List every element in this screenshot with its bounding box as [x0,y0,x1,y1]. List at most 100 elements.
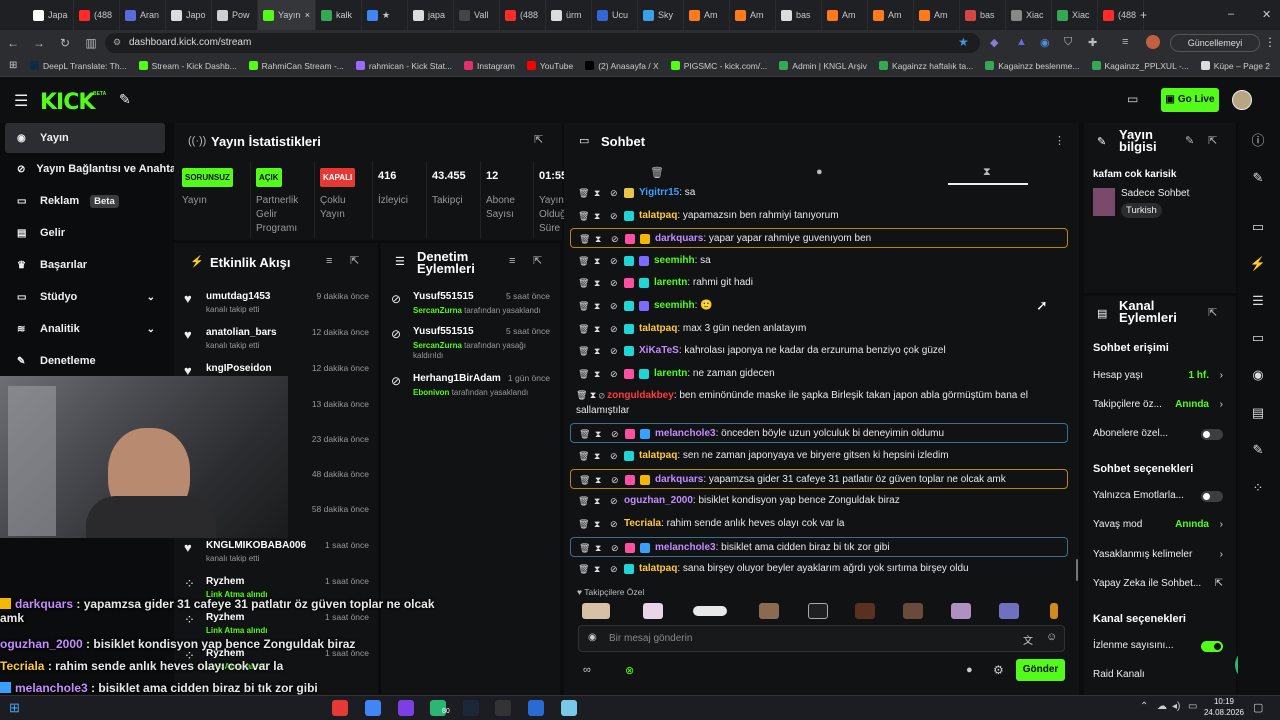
list-icon[interactable]: ☰ [1242,285,1274,317]
browser-tab[interactable]: bas [776,0,822,30]
timeout-icon[interactable]: ⧗ [594,251,600,271]
browser-tab[interactable]: kalk [316,0,362,30]
popout-icon[interactable]: ⇱ [1208,134,1217,147]
moderation-item[interactable]: ⊘ Yusuf551515 5 saat önce SercanZurna taraf… [381,326,560,366]
back-icon[interactable]: ← [0,36,26,50]
timeout-icon[interactable]: ⧗ [594,206,600,226]
ban-user-icon[interactable]: ⊘ [611,538,619,556]
bookmark-item[interactable]: DeepL Translate: Th... [30,61,127,71]
moderator-name[interactable]: Ebonivon [413,388,449,397]
new-tab-icon[interactable]: + [1140,8,1147,22]
timeout-icon[interactable]: ⧗ [594,183,600,203]
delete-message-icon[interactable]: 🗑 [578,206,589,226]
scrollbar[interactable] [1076,559,1078,581]
bookmark-item[interactable]: Kagainzz beslenme... [985,61,1080,71]
emoji-picker-icon[interactable]: ◉ [588,632,597,643]
sidebar-item[interactable]: ▭ Reklam Beta [5,186,165,216]
taskbar-app-icon[interactable] [365,700,381,716]
followers-only-setting[interactable]: Takipçilere öz... Anında › [1093,395,1227,415]
timeout-icon[interactable]: ⧗ [594,273,600,293]
browser-tab[interactable]: Aran [120,0,166,30]
extension-icon[interactable]: ◉ [1040,36,1050,49]
reload-icon[interactable]: ↻ [52,36,78,50]
trash-tab-icon[interactable]: 🗑 [650,166,664,179]
url-field[interactable]: dashboard.kick.com/stream [105,33,980,53]
browser-tab[interactable]: japa [408,0,454,30]
ban-user-icon[interactable]: ⊘ [610,319,618,339]
category-name[interactable]: Sadece Sohbet [1121,188,1189,199]
browser-tab[interactable]: Pow [212,0,258,30]
wrench-icon[interactable]: ✎ [119,91,131,108]
sidebar-item[interactable]: ♛ Başarılar [5,250,165,280]
taskbar-app-icon[interactable] [561,700,577,716]
delete-message-icon[interactable]: 🗑 [578,273,589,293]
chat-message[interactable]: 🗑 ⧗ ⊘ Yigitrr15: sa [570,183,1068,203]
network-icon[interactable]: ▭ [1188,701,1197,712]
popout-icon[interactable]: ⇱ [533,254,542,267]
shield-icon[interactable]: ⛉ [1064,36,1072,49]
sidebar-item[interactable]: ≋ Analitik ⌄ [5,314,165,344]
popout-icon[interactable]: ⇱ [534,133,543,146]
emote[interactable] [693,606,727,616]
bookmark-item[interactable]: Küpe – Page 2 [1200,61,1270,71]
browser-tab[interactable]: Yayın × [258,0,316,30]
ban-user-icon[interactable]: ⊘ [610,446,618,466]
ban-user-icon[interactable]: ⊘ [610,251,618,271]
forward-icon[interactable]: → [26,36,52,50]
timeout-icon[interactable]: ⧗ [595,470,601,488]
emotes-only-setting[interactable]: Yalnızca Emotlarla... [1093,486,1227,506]
bookmark-item[interactable]: (2) Anasayfa / X [585,61,659,71]
chat-icon[interactable]: ▭ [1242,322,1274,354]
browser-tab[interactable]: (488 [1098,0,1144,30]
sidebar-toggle-icon[interactable]: ▥ [78,36,104,50]
chat-username[interactable]: talatpaq [639,563,677,574]
delete-message-icon[interactable]: 🗑 [578,341,589,361]
chat-message[interactable]: 🗑 ⧗ ⊘ larentn: ne zaman gidecen [570,364,1068,384]
raid-channel-setting[interactable]: Raid Kanalı [1093,665,1227,685]
browser-tab[interactable]: bas [960,0,1006,30]
user-avatar[interactable] [1232,90,1252,110]
tag-chip[interactable]: Turkish [1121,203,1162,218]
browser-tab[interactable]: Am [684,0,730,30]
start-button-icon[interactable]: ⊞ [9,700,20,716]
info-icon[interactable]: ⓘ [1242,125,1274,157]
chat-message[interactable]: 🗑 ⧗ ⊘ talatpaq: sana birşey oluyor beyler a… [570,559,1068,579]
chat-username[interactable]: larentn [654,368,687,379]
timeout-icon[interactable]: ⧗ [594,514,600,534]
emote[interactable] [999,603,1019,619]
hamburger-icon[interactable]: ☰ [14,91,28,111]
ban-user-icon[interactable]: ⊘ [610,364,618,384]
taskbar-app-icon[interactable] [398,700,414,716]
ban-user-icon[interactable]: ⊘ [610,273,618,293]
delete-message-icon[interactable]: 🗑 [578,491,589,511]
share-icon[interactable]: ⁘ [1242,472,1274,504]
bookmark-item[interactable]: Admin | KNGL Arşiv [779,61,867,71]
banned-words-setting[interactable]: Yasaklanmış kelimeler › [1093,545,1227,565]
notifications-icon[interactable]: ▢ [1253,701,1263,714]
timeout-icon[interactable]: ⧗ [595,538,601,556]
chat-message[interactable]: 🗑 ⧗ ⊘ melanchole3: önceden böyle uzun yolcu… [570,423,1068,443]
delete-message-icon[interactable]: 🗑 [578,319,589,339]
bookmark-item[interactable]: RahmiCan Stream -... [248,61,344,71]
timeout-icon[interactable]: ⧗ [595,424,601,442]
chat-message[interactable]: 🗑 ⧗ ⊘ talatpaq: yapamazsın ben rahmiyi tanı… [570,206,1068,226]
translate-icon[interactable]: 文 [1023,632,1033,647]
sidebar-item[interactable]: ▤ Gelir [5,218,165,248]
timeout-icon[interactable]: ⧗ [594,364,600,384]
browser-tab[interactable]: (488 [500,0,546,30]
tray-chevron-icon[interactable]: ⌃ [1140,701,1148,712]
channel-icon[interactable]: ▤ [1242,397,1274,429]
browser-tab[interactable]: Am [868,0,914,30]
subs-only-toggle[interactable] [1201,429,1223,440]
chat-message[interactable]: 🗑 ⧗ ⊘ melanchole3: bisiklet ama cidden bira… [570,537,1068,557]
ban-user-icon[interactable]: ⊘ [610,514,618,534]
menu-list-icon[interactable]: ≡ [1122,36,1128,48]
extension-icon[interactable]: ▲ [1016,36,1027,48]
close-tab-icon[interactable]: × [305,10,310,20]
volume-icon[interactable]: ◂) [1172,701,1180,712]
clock[interactable]: 10:19 24.08.2026 [1203,696,1245,718]
sidebar-item[interactable]: ◉ Yayın [5,123,165,153]
browser-tab[interactable]: Vall [454,0,500,30]
moderator-name[interactable]: SercanZurna [413,341,462,350]
chat-username[interactable]: XiKaTeS [639,345,679,356]
